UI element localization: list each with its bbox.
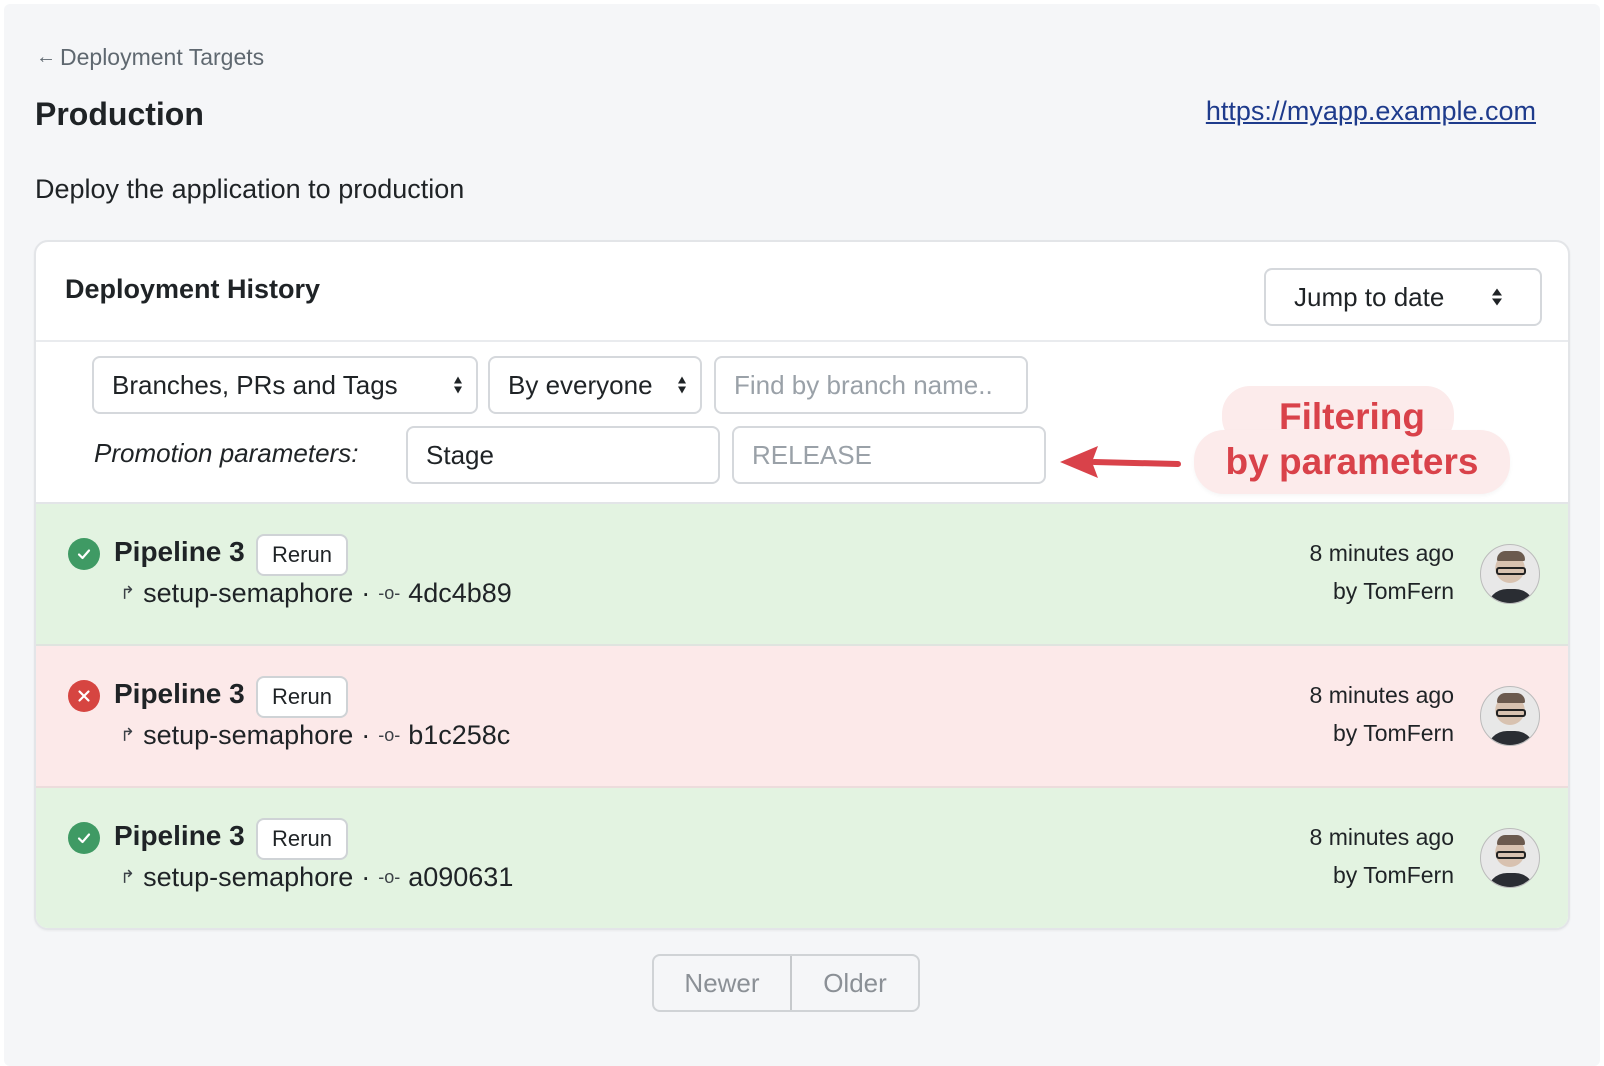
pipeline-meta: ↱ setup-semaphore · -o- 4dc4b89 — [120, 578, 512, 609]
deploy-time: 8 minutes ago — [1309, 682, 1454, 708]
pipeline-name[interactable]: Pipeline 3 — [114, 820, 245, 852]
commit-sha[interactable]: a090631 — [408, 862, 513, 893]
older-button[interactable]: Older — [792, 956, 918, 1010]
deployment-row[interactable]: Pipeline 3 Rerun ↱ setup-semaphore · -o-… — [36, 646, 1568, 788]
annotation-line2: by parameters — [1225, 441, 1479, 482]
branch-name[interactable]: setup-semaphore — [143, 578, 353, 609]
avatar — [1480, 686, 1540, 746]
select-arrows-icon — [1492, 288, 1502, 306]
branch-name[interactable]: setup-semaphore — [143, 720, 353, 751]
check-circle-icon — [68, 538, 100, 570]
arrow-left-icon: ← — [36, 46, 56, 68]
x-circle-icon — [68, 680, 100, 712]
rerun-button[interactable]: Rerun — [256, 818, 348, 860]
pipeline-name[interactable]: Pipeline 3 — [114, 678, 245, 710]
separator: · — [361, 862, 371, 892]
commit-sha[interactable]: b1c258c — [408, 720, 510, 751]
rerun-button[interactable]: Rerun — [256, 676, 348, 718]
card-header: Deployment History Jump to date — [36, 242, 1568, 342]
type-filter-value: Branches, PRs and Tags — [112, 369, 398, 400]
avatar — [1480, 828, 1540, 888]
branch-name[interactable]: setup-semaphore — [143, 862, 353, 893]
param-stage-input[interactable]: Stage — [406, 426, 720, 484]
select-arrows-icon — [678, 376, 686, 394]
people-filter-select[interactable]: By everyone — [488, 356, 702, 414]
branch-icon: ↱ — [120, 725, 136, 745]
newer-button[interactable]: Newer — [654, 956, 792, 1010]
branch-icon: ↱ — [120, 583, 136, 603]
deploy-time: 8 minutes ago — [1309, 540, 1454, 566]
page: ← Deployment Targets Production https://… — [4, 4, 1600, 1066]
pipeline-name[interactable]: Pipeline 3 — [114, 536, 245, 568]
param-release-input[interactable]: RELEASE — [732, 426, 1046, 484]
commit-icon: -o- — [378, 725, 401, 745]
breadcrumb-label: Deployment Targets — [60, 44, 265, 70]
branch-icon: ↱ — [120, 867, 136, 887]
app-url-link[interactable]: https://myapp.example.com — [1206, 96, 1536, 127]
pagination: Newer Older — [652, 954, 920, 1012]
separator: · — [361, 720, 371, 750]
deploy-time: 8 minutes ago — [1309, 824, 1454, 850]
pipeline-meta: ↱ setup-semaphore · -o- a090631 — [120, 862, 513, 893]
deployment-row[interactable]: Pipeline 3 Rerun ↱ setup-semaphore · -o-… — [36, 504, 1568, 646]
branch-search-input[interactable]: Find by branch name.. — [714, 356, 1028, 414]
breadcrumb-back-link[interactable]: ← Deployment Targets — [36, 44, 264, 71]
separator: · — [361, 578, 371, 608]
deployment-row[interactable]: Pipeline 3 Rerun ↱ setup-semaphore · -o-… — [36, 788, 1568, 928]
deploy-author: by TomFern — [1332, 862, 1454, 888]
deploy-author: by TomFern — [1332, 578, 1454, 604]
avatar — [1480, 544, 1540, 604]
type-filter-select[interactable]: Branches, PRs and Tags — [92, 356, 478, 414]
card-title: Deployment History — [65, 274, 321, 304]
deployment-history-card: Deployment History Jump to date Branches… — [34, 240, 1570, 930]
page-title: Production — [35, 96, 204, 132]
deploy-author: by TomFern — [1332, 720, 1454, 746]
people-filter-value: By everyone — [508, 369, 653, 400]
filters-section: Branches, PRs and Tags By everyone Find … — [36, 342, 1568, 504]
jump-to-date-label: Jump to date — [1294, 281, 1445, 312]
commit-sha[interactable]: 4dc4b89 — [408, 578, 512, 609]
commit-icon: -o- — [378, 867, 401, 887]
commit-icon: -o- — [378, 583, 401, 603]
check-circle-icon — [68, 822, 100, 854]
annotation-arrow-icon — [1060, 446, 1181, 478]
pipeline-meta: ↱ setup-semaphore · -o- b1c258c — [120, 720, 510, 751]
select-arrows-icon — [454, 376, 462, 394]
annotation-line1: Filtering — [1279, 396, 1425, 437]
promotion-parameters-label: Promotion parameters: — [94, 438, 359, 468]
rerun-button[interactable]: Rerun — [256, 534, 348, 576]
page-description: Deploy the application to production — [35, 174, 465, 204]
jump-to-date-select[interactable]: Jump to date — [1264, 268, 1542, 326]
annotation-callout: Filtering by parameters — [1194, 386, 1510, 494]
